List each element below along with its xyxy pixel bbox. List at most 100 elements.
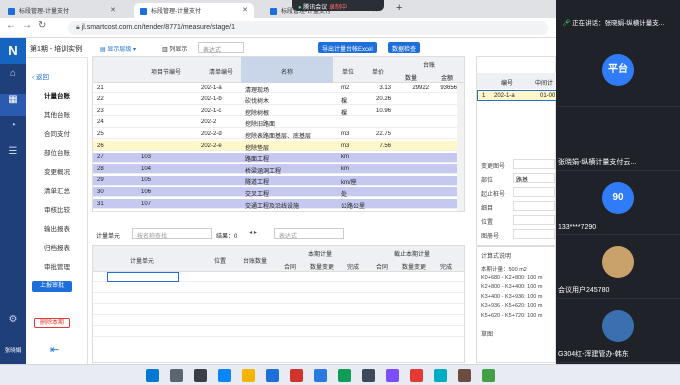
table-row[interactable]: 29 105 隧道工程 km/座 (93, 175, 464, 186)
table-row[interactable]: 28 104 桥梁涵洞工程 km (93, 164, 464, 175)
active-cell[interactable] (107, 272, 179, 282)
url-input[interactable]: 🔒︎ jl.smartcost.com.cn/tender/8771/measu… (68, 21, 548, 35)
result-nav[interactable]: ◂ ▸ (236, 228, 270, 239)
new-tab-button[interactable]: + (396, 2, 402, 14)
table-row[interactable]: 31 107 交通工程及沿线设施 公路公里 (93, 199, 464, 210)
forward-icon[interactable]: → (22, 20, 32, 31)
delete-period-button[interactable]: 删除本期 (34, 318, 70, 328)
collapse-sidebar-icon[interactable]: ⇤ (50, 343, 59, 356)
detail-field-input[interactable] (513, 159, 555, 169)
col-header-price[interactable]: 单价 (363, 57, 393, 83)
browser-tab[interactable]: 标段管理-计量支付 ✕ (2, 3, 122, 18)
cell-unit: 公路公里 (341, 203, 366, 210)
chat-icon[interactable] (338, 369, 351, 382)
user-name[interactable]: 张晓娟 (0, 346, 26, 354)
table-row[interactable]: 22 202-1-b 砍伐树木 棵 20.26 (93, 95, 464, 105)
column-display-button[interactable]: ▥ 列显示 (158, 42, 191, 53)
search-icon[interactable] (170, 369, 183, 382)
meeting-banner[interactable]: ● 腾讯会议 录制中 (292, 0, 384, 11)
app-icon[interactable] (434, 369, 447, 382)
back-link[interactable]: ‹ 返回 (32, 71, 49, 81)
app-icon[interactable] (290, 369, 303, 382)
back-icon[interactable]: ← (6, 20, 16, 31)
sidebar-item[interactable]: 其他台账 (26, 104, 88, 122)
detail-field-input[interactable] (513, 187, 555, 197)
table-row[interactable] (93, 294, 464, 304)
settings-icon[interactable]: ⚙ (0, 314, 26, 336)
table-row[interactable] (93, 327, 464, 337)
close-icon[interactable]: ✕ (110, 6, 116, 14)
measure-unit-table: 计量单元 位置 台账数量 本期计量 截止本期计量 合同 数量变更 完成 合同 数… (92, 245, 465, 363)
row-number: 31 (97, 200, 104, 207)
submit-approval-button[interactable]: 上报审批 (32, 281, 72, 292)
col-header-code[interactable]: 清单编号 (201, 57, 241, 83)
participant-tile[interactable]: 90 133****7290 (556, 172, 680, 235)
col-header-amount[interactable]: 金额 (429, 73, 464, 82)
app-icon[interactable] (410, 369, 423, 382)
app-icon[interactable] (482, 369, 495, 382)
table-row[interactable]: 25 202-2-d 挖除表路面基层、底基层 m3 22.75 (93, 129, 464, 140)
data-check-button[interactable]: 数据检查 (388, 42, 421, 53)
table-row[interactable] (93, 305, 464, 315)
participant-tile[interactable]: 平台 (556, 44, 680, 107)
sidebar-item[interactable]: 清单汇总 (26, 180, 88, 198)
folder-icon[interactable] (242, 369, 255, 382)
sidebar-item[interactable]: 输出报表 (26, 218, 88, 236)
col-header-unit[interactable]: 单位 (333, 57, 363, 83)
sidebar-item[interactable]: 变更概况 (26, 161, 88, 179)
table-row[interactable]: 24 202-2 挖除旧路面 (93, 118, 464, 128)
detail-field-input[interactable] (513, 215, 555, 225)
home-icon[interactable]: ⌂ (0, 68, 26, 90)
meeting-app-icon[interactable] (314, 369, 327, 382)
detail-row-mid: 01-00 (540, 93, 556, 99)
table-row[interactable] (93, 316, 464, 326)
sidebar-item[interactable]: 归档报表 (26, 237, 88, 255)
detail-field-input[interactable]: 路基 (513, 173, 555, 183)
col-complete: 完成 (346, 265, 359, 271)
export-excel-button[interactable]: 导出计量台帐Excel (318, 42, 377, 53)
table-row[interactable]: 27 103 路面工程 km (93, 152, 464, 163)
table-row[interactable] (93, 272, 464, 282)
col-position: 位置 (213, 259, 226, 265)
project-icon[interactable]: ▦ (0, 94, 26, 116)
list-icon[interactable]: ☰ (0, 146, 26, 168)
participant-tile[interactable]: 张晓娟-纵横计量支付云... (556, 108, 680, 171)
row-number: 23 (97, 107, 104, 114)
tab-measure-unit[interactable]: 计量单元 (96, 231, 120, 242)
participant-tile[interactable]: 会议用户245780 (556, 236, 680, 299)
col-header-section[interactable]: 项目节编号 (131, 57, 201, 83)
show-level-dropdown[interactable]: ▤ 显示层级 ▾ (96, 42, 140, 53)
app-icon[interactable] (362, 369, 375, 382)
detail-row[interactable]: 1 202-1-a 01-00 (477, 90, 557, 101)
table-row[interactable] (93, 283, 464, 293)
col-header-name[interactable]: 名称 (241, 57, 333, 83)
edge-icon[interactable] (218, 369, 231, 382)
browser-tab-active[interactable]: 标段管理-计量支付 ✕ (134, 3, 254, 18)
reload-icon[interactable]: ↻ (38, 20, 46, 31)
formula-input[interactable]: 表达式 (198, 42, 244, 54)
app-icon[interactable] (386, 369, 399, 382)
sidebar-item[interactable]: 审核比较 (26, 199, 88, 217)
search-by-name-input[interactable]: 按名称查找 (132, 228, 212, 240)
table-row[interactable]: 30 106 交叉工程 处 (93, 187, 464, 198)
table-row[interactable]: 26 202-2-e 挖除垫层 m3 7.56 (93, 141, 464, 152)
app-icon[interactable] (266, 369, 279, 382)
sidebar-item[interactable]: 合同支付 (26, 123, 88, 141)
detail-field-input[interactable] (513, 201, 555, 211)
sidebar-item[interactable]: 审批管理 (26, 256, 88, 274)
start-icon[interactable] (146, 369, 159, 382)
cell-unit: km (341, 165, 349, 172)
close-icon[interactable]: ✕ (242, 6, 248, 14)
col-header-qty[interactable]: 数量 (393, 73, 429, 82)
report-icon[interactable]: ◔ (0, 120, 26, 142)
sidebar-item[interactable]: 计量台账 (26, 85, 88, 103)
table-row[interactable]: 21 202-1-a 清理现场 m2 3.13 29922 93656 (93, 83, 464, 94)
sidebar-item[interactable]: 部位台账 (26, 142, 88, 160)
task-view-icon[interactable] (194, 369, 207, 382)
formula-field[interactable]: 表达式 (274, 228, 344, 240)
detail-field-input[interactable] (513, 229, 555, 239)
participant-tile[interactable]: G304红-浑建管办-韩东 (556, 300, 680, 363)
table-row[interactable]: 23 202-1-c 挖除树根 棵 10.96 (93, 106, 464, 117)
vertical-scrollbar[interactable] (457, 83, 464, 211)
app-icon[interactable] (458, 369, 471, 382)
